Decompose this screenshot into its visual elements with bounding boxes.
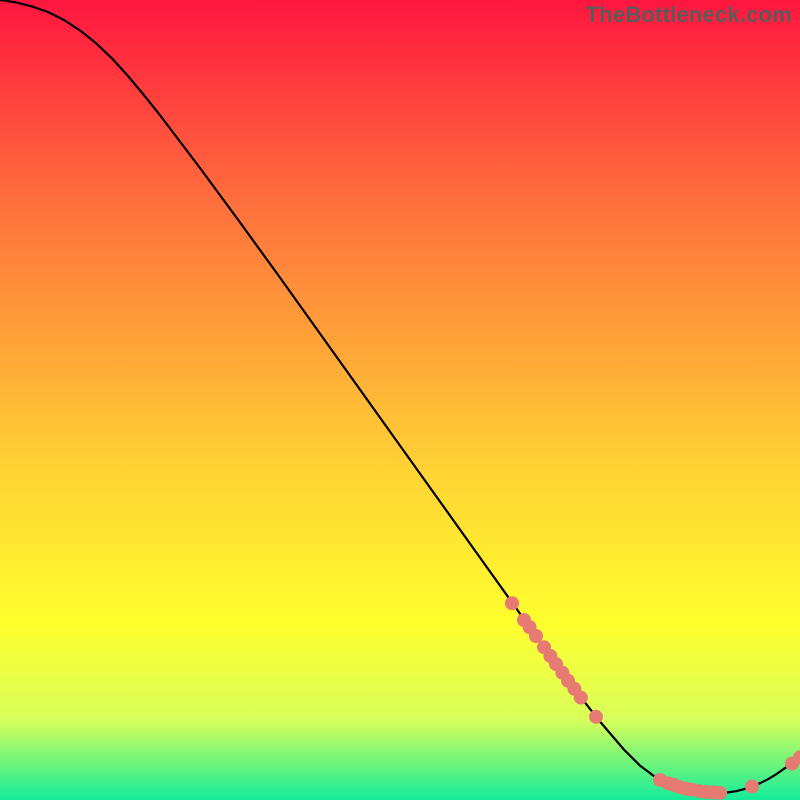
watermark-text: TheBottleneck.com <box>586 2 792 28</box>
data-point <box>574 691 588 705</box>
data-point <box>589 710 603 724</box>
data-point <box>745 779 759 793</box>
chart-svg <box>0 0 800 800</box>
chart-container: TheBottleneck.com <box>0 0 800 800</box>
data-point <box>529 629 543 643</box>
gradient-background <box>0 0 800 800</box>
data-point <box>713 786 727 800</box>
data-point <box>505 596 519 610</box>
